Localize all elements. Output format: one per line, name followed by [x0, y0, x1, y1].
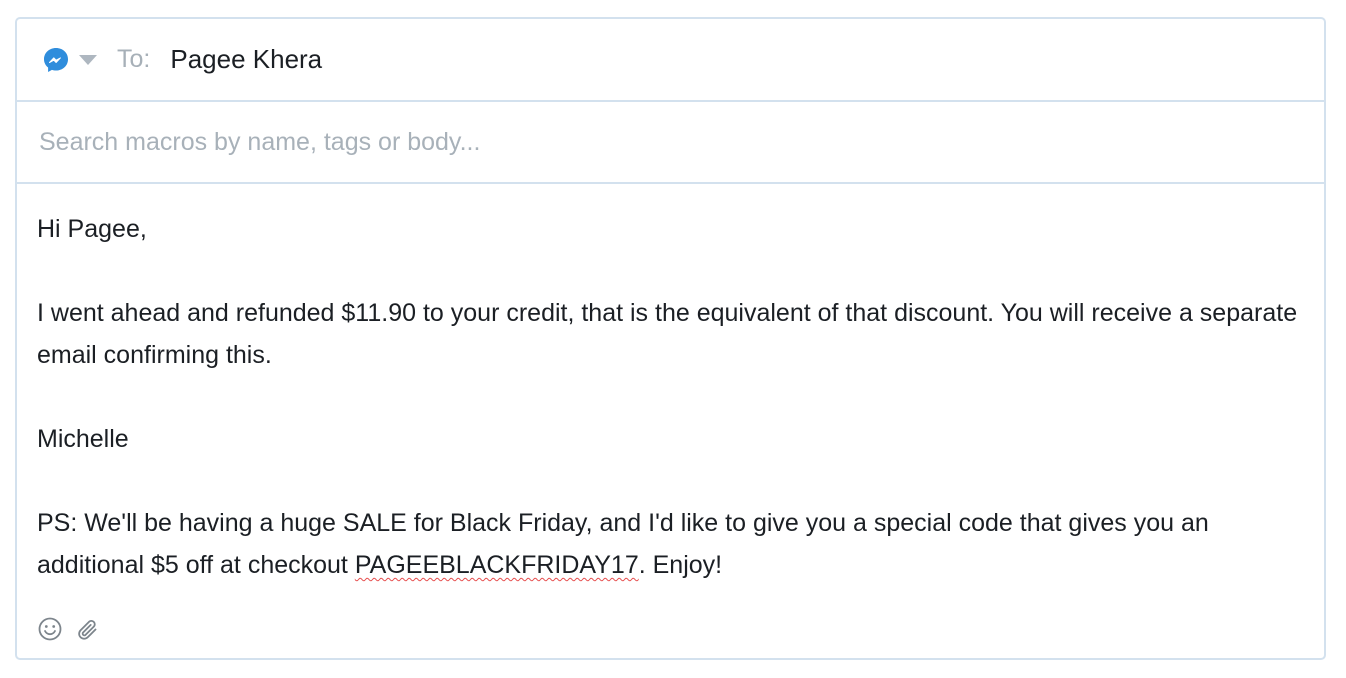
chevron-down-icon: [79, 54, 97, 65]
reply-composer: To: Pagee Khera Hi Pagee, I went ahead a…: [15, 17, 1326, 660]
macro-search-row: [17, 102, 1324, 184]
greeting-line: Hi Pagee,: [37, 215, 147, 243]
channel-selector[interactable]: [41, 45, 97, 75]
recipient-row: To: Pagee Khera: [17, 19, 1324, 102]
emoji-icon[interactable]: [37, 616, 63, 642]
paperclip-icon[interactable]: [75, 616, 101, 642]
ps-end: . Enjoy!: [638, 551, 723, 579]
messenger-icon: [44, 47, 68, 72]
refund-paragraph: I went ahead and refunded $11.90 to your…: [37, 299, 1298, 369]
recipient-name[interactable]: Pagee Khera: [170, 44, 322, 75]
ps-paragraph: PS: We'll be having a huge SALE for Blac…: [37, 502, 1304, 586]
message-body[interactable]: Hi Pagee, I went ahead and refunded $11.…: [17, 184, 1324, 586]
macro-search-input[interactable]: [37, 126, 1241, 158]
composer-toolbar: [37, 616, 101, 642]
promo-code: PAGEEBLACKFRIDAY17: [354, 551, 639, 579]
to-label: To:: [117, 45, 151, 73]
signature-line: Michelle: [37, 425, 129, 453]
